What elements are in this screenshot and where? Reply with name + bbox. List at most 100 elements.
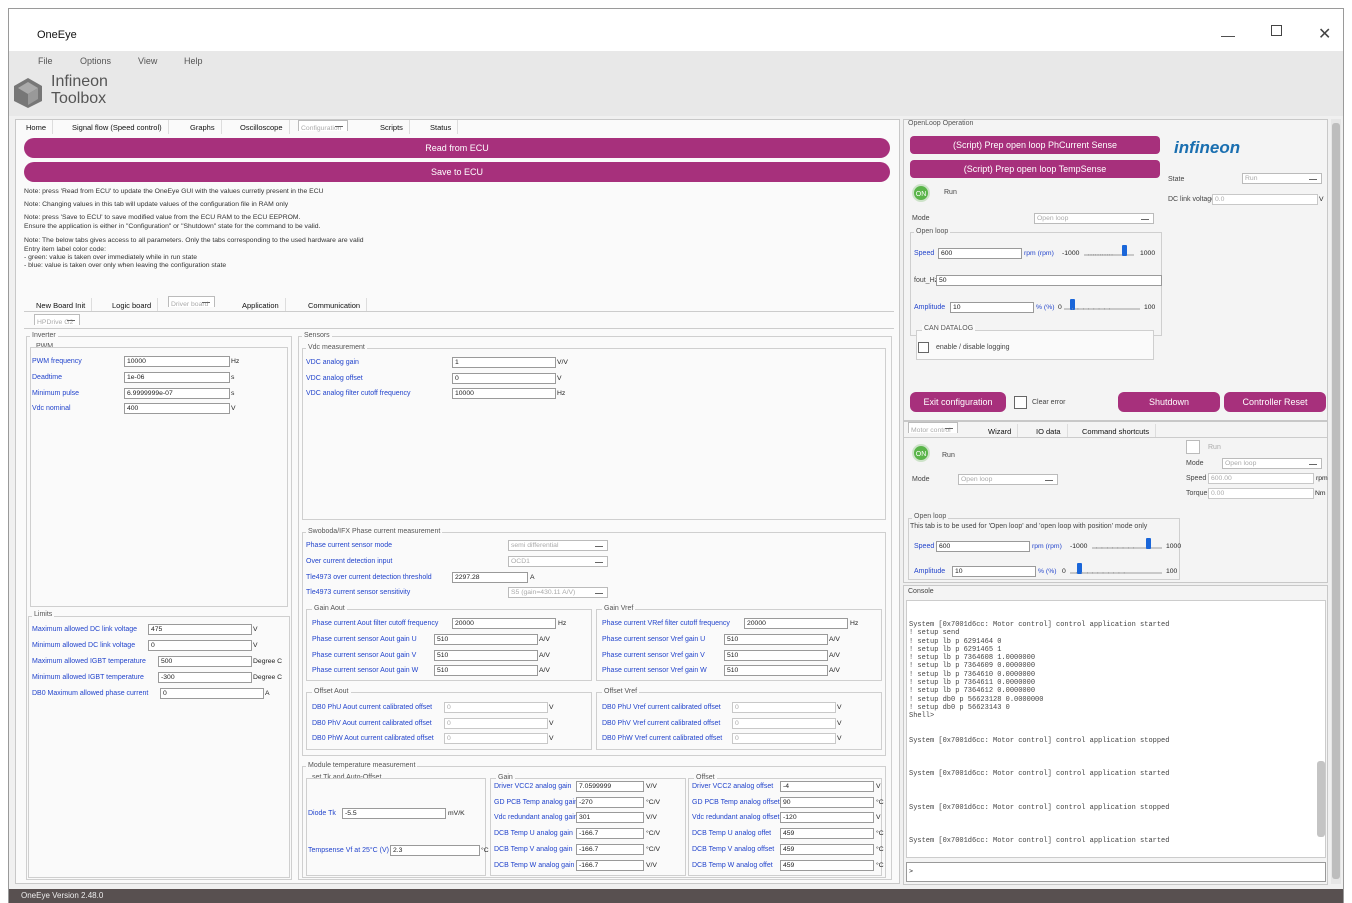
ocd-input-select[interactable]: OCD1 bbox=[508, 556, 608, 567]
maximize-icon[interactable] bbox=[1271, 25, 1282, 36]
fout-hz-input[interactable]: 50 bbox=[936, 275, 1162, 286]
motor-speed-slider-handle[interactable] bbox=[1146, 538, 1151, 549]
phw-aout-offset-input[interactable]: 0 bbox=[444, 733, 548, 744]
tab-graphs[interactable]: Graphs bbox=[184, 120, 222, 134]
vref-filter-cutoff-input[interactable]: 20000 bbox=[744, 618, 848, 629]
can-logging-checkbox[interactable] bbox=[918, 342, 929, 353]
temp-gain-input[interactable]: 7.0599999 bbox=[576, 781, 644, 792]
menu-options[interactable]: Options bbox=[80, 56, 111, 66]
console-output[interactable]: System [0x7001d6cc: Motor control] contr… bbox=[906, 600, 1326, 858]
console-line: ! setup lb p 6291465 1 bbox=[909, 645, 1002, 654]
tab-command-shortcuts[interactable]: Command shortcuts bbox=[1076, 424, 1157, 438]
tab-scripts[interactable]: Scripts bbox=[374, 120, 410, 134]
tempsense-vf-input[interactable]: 2.3 bbox=[390, 845, 480, 856]
deadtime-input[interactable]: 1e-06 bbox=[124, 372, 230, 383]
run-checkbox[interactable] bbox=[1186, 440, 1200, 454]
mode-select[interactable]: Open loop bbox=[1034, 213, 1154, 224]
tab-hpdrive-g2[interactable]: HPDrive G2 bbox=[34, 314, 81, 326]
vdc-analog-gain-input[interactable]: 1 bbox=[452, 357, 556, 368]
aout-filter-cutoff-input[interactable]: 20000 bbox=[452, 618, 556, 629]
temp-gain-input[interactable]: -166.7 bbox=[576, 843, 644, 855]
sensor-sensitivity-select[interactable]: S5 (gain=430.11 A/V) bbox=[508, 587, 608, 598]
clear-error-checkbox[interactable] bbox=[1014, 396, 1027, 409]
amplitude-input[interactable]: 10 bbox=[950, 302, 1034, 313]
temp-gain-input[interactable]: -166.7 bbox=[576, 859, 644, 871]
aout-gain-w-input[interactable]: 510 bbox=[434, 665, 538, 676]
max-dc-link-input[interactable]: 475 bbox=[148, 624, 252, 635]
max-igbt-temp-input[interactable]: 500 bbox=[158, 656, 252, 667]
tab-oscilloscope[interactable]: Oscilloscope bbox=[234, 120, 290, 134]
subtab-driver-board[interactable]: Driver board bbox=[168, 296, 216, 308]
tab-home[interactable]: Home bbox=[20, 120, 54, 134]
tab-configuration[interactable]: Configuration bbox=[298, 120, 349, 132]
vref-gain-v-input[interactable]: 510 bbox=[724, 650, 828, 661]
temp-gain-input[interactable]: -166.7 bbox=[576, 828, 644, 840]
subtab-communication[interactable]: Communication bbox=[302, 298, 368, 312]
pwm-frequency-input[interactable]: 10000 bbox=[124, 356, 230, 367]
max-phase-current-input[interactable]: 0 bbox=[160, 688, 264, 699]
menu-help[interactable]: Help bbox=[184, 56, 203, 66]
prep-phcurrent-button[interactable]: (Script) Prep open loop PhCurrent Sense bbox=[910, 136, 1160, 154]
temp-offset-input[interactable]: 459 bbox=[780, 859, 874, 871]
tab-status[interactable]: Status bbox=[424, 120, 459, 134]
phw-vref-offset-input[interactable]: 0 bbox=[732, 733, 836, 744]
tab-wizard[interactable]: Wizard bbox=[982, 424, 1019, 438]
temp-offset-input[interactable]: 459 bbox=[780, 828, 874, 840]
temp-gain-input[interactable]: -270 bbox=[576, 796, 644, 808]
temp-offset-input[interactable]: -120 bbox=[780, 812, 874, 824]
motor-on-toggle[interactable]: ON bbox=[912, 444, 930, 462]
vref-gain-u-input[interactable]: 510 bbox=[724, 634, 828, 645]
phv-vref-offset-input[interactable]: 0 bbox=[732, 718, 836, 729]
diode-tk-input[interactable]: -5.5 bbox=[342, 808, 446, 819]
speed-input[interactable]: 600 bbox=[938, 248, 1022, 259]
motor-amplitude-input[interactable]: 10 bbox=[952, 566, 1036, 577]
temp-gain-input[interactable]: 301 bbox=[576, 812, 644, 824]
console-input[interactable]: > bbox=[906, 862, 1326, 882]
shutdown-button[interactable]: Shutdown bbox=[1118, 392, 1220, 412]
motor-speed-input[interactable]: 600 bbox=[936, 541, 1030, 552]
menu-file[interactable]: File bbox=[38, 56, 53, 66]
exit-configuration-button[interactable]: Exit configuration bbox=[910, 392, 1006, 412]
console-scrollbar[interactable] bbox=[1317, 761, 1325, 837]
save-to-ecu-button[interactable]: Save to ECU bbox=[24, 162, 890, 182]
temp-offset-input[interactable]: 459 bbox=[780, 843, 874, 855]
motor-mode-select[interactable]: Open loop bbox=[958, 474, 1058, 485]
vdc-nominal-input[interactable]: 400 bbox=[124, 403, 230, 414]
on-toggle[interactable]: ON bbox=[912, 184, 930, 202]
phv-aout-offset-input[interactable]: 0 bbox=[444, 718, 548, 729]
vdc-analog-offset-input[interactable]: 0 bbox=[452, 373, 556, 384]
phu-vref-offset-input[interactable]: 0 bbox=[732, 702, 836, 713]
main-scrollbar[interactable] bbox=[1331, 119, 1341, 884]
temp-offset-input[interactable]: 90 bbox=[780, 796, 874, 808]
tab-motor-control[interactable]: Motor control bbox=[908, 422, 958, 434]
temp-gain-unit: °C/V bbox=[646, 798, 661, 806]
minimum-pulse-input[interactable]: 6.9999999e-07 bbox=[124, 388, 230, 399]
prep-tempsense-button[interactable]: (Script) Prep open loop TempSense bbox=[910, 160, 1160, 178]
menu-view[interactable]: View bbox=[138, 56, 157, 66]
vref-gain-w-input[interactable]: 510 bbox=[724, 665, 828, 676]
temp-offset-input[interactable]: -4 bbox=[780, 781, 874, 792]
close-icon[interactable]: ✕ bbox=[1318, 24, 1331, 44]
tab-signal-flow[interactable]: Signal flow (Speed control) bbox=[66, 120, 169, 134]
read-from-ecu-button[interactable]: Read from ECU bbox=[24, 138, 890, 158]
logo-area: Infineon Toolbox bbox=[9, 70, 1343, 116]
phu-aout-offset-input[interactable]: 0 bbox=[444, 702, 548, 713]
subtab-application[interactable]: Application bbox=[236, 298, 286, 312]
speed-slider-handle[interactable] bbox=[1122, 245, 1127, 256]
aout-gain-u-input[interactable]: 510 bbox=[434, 634, 538, 645]
state-select[interactable]: Run bbox=[1242, 173, 1322, 184]
minimize-icon[interactable]: — bbox=[1221, 27, 1235, 43]
ocd-threshold-input[interactable]: 2297.28 bbox=[452, 572, 528, 583]
aout-gain-v-input[interactable]: 510 bbox=[434, 650, 538, 661]
controller-reset-button[interactable]: Controller Reset bbox=[1224, 392, 1326, 412]
phase-sensor-mode-select[interactable]: semi differential bbox=[508, 540, 608, 551]
min-igbt-temp-input[interactable]: -300 bbox=[158, 672, 252, 683]
tab-io-data[interactable]: IO data bbox=[1030, 424, 1068, 438]
temp-gain-unit: V/V bbox=[646, 814, 657, 822]
min-dc-link-input[interactable]: 0 bbox=[148, 640, 252, 651]
subtab-new-board-init[interactable]: New Board Init bbox=[30, 298, 93, 312]
subtab-logic-board[interactable]: Logic board bbox=[106, 298, 159, 312]
vdc-filter-cutoff-input[interactable]: 10000 bbox=[452, 388, 556, 399]
